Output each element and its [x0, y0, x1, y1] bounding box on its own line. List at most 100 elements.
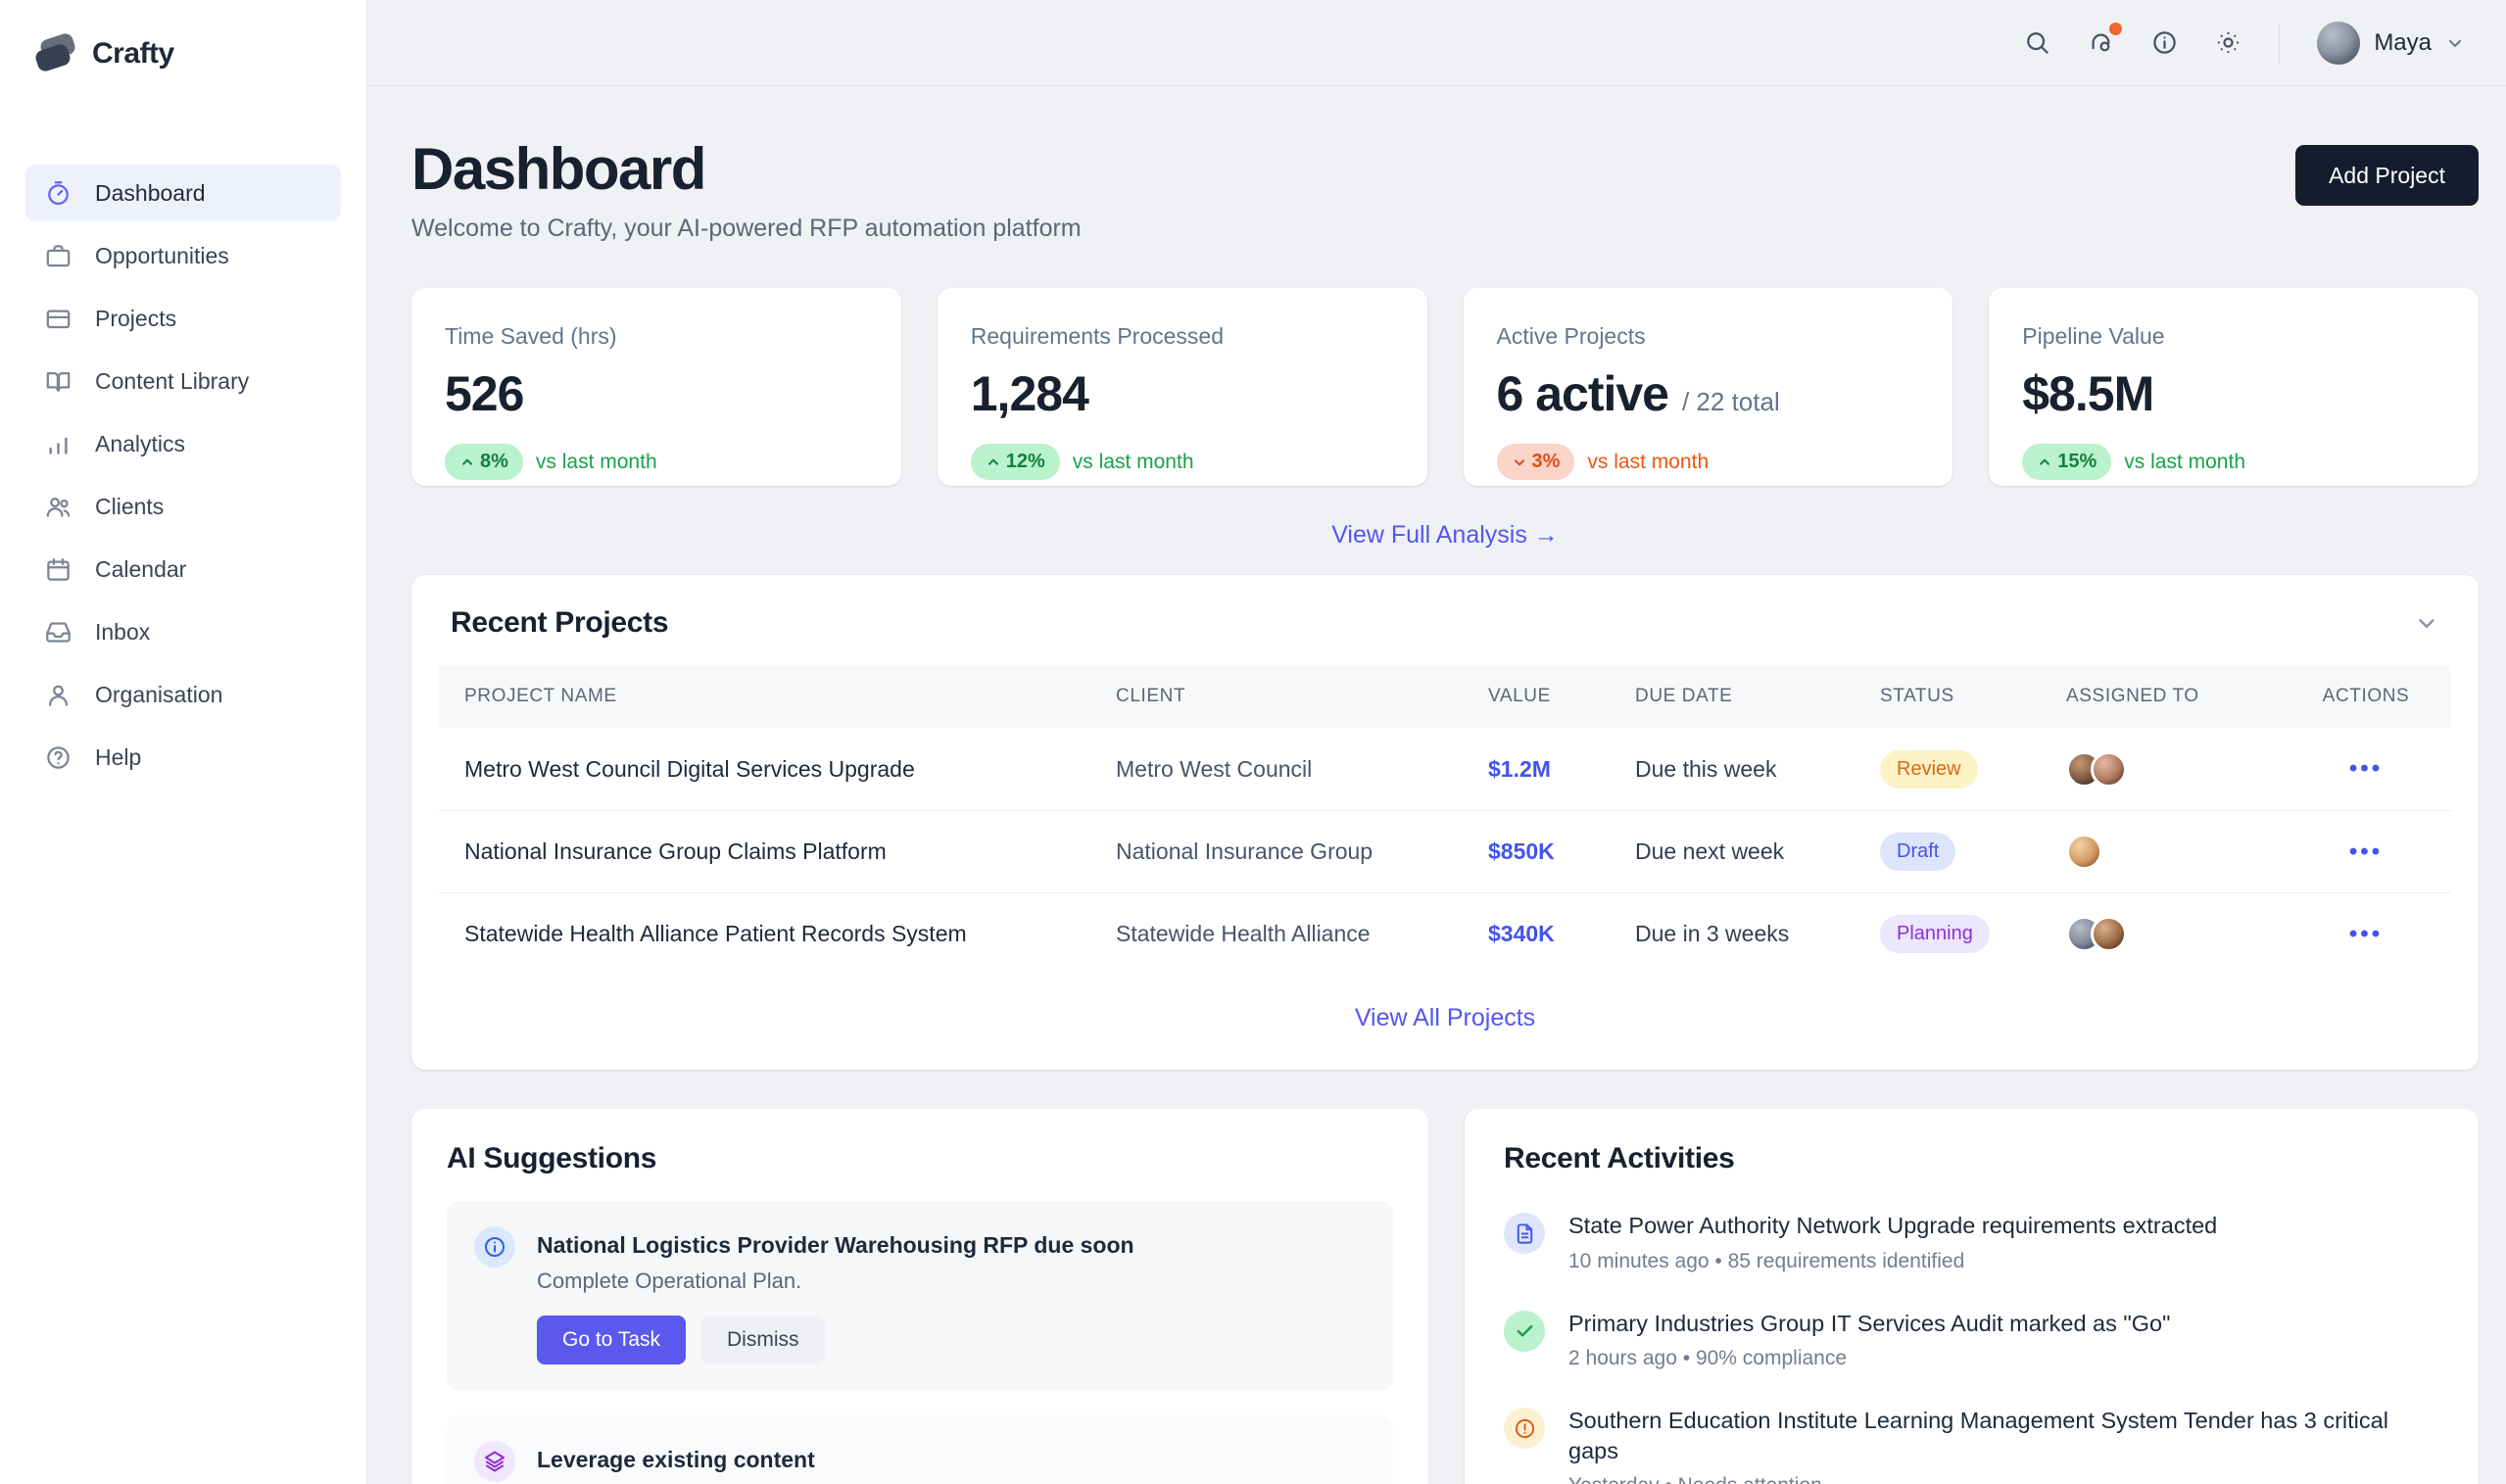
view-full-analysis-link[interactable]: View Full Analysis → [411, 521, 2479, 550]
alert-circle-icon [1504, 1408, 1545, 1449]
row-actions-button[interactable]: ••• [2349, 921, 2383, 947]
trend-badge: 15% [2022, 444, 2111, 480]
project-name: Metro West Council Digital Services Upgr… [464, 756, 1116, 783]
go-to-task-button[interactable]: Go to Task [537, 1316, 686, 1364]
layers-icon [474, 1441, 515, 1482]
content: Dashboard Welcome to Crafty, your AI-pow… [367, 86, 2506, 1484]
sidebar-item-projects[interactable]: Projects [25, 290, 341, 347]
stat-card-time-saved: Time Saved (hrs) 526 8% vs last month [411, 288, 901, 486]
stat-value: 6 active [1497, 365, 1668, 422]
table-row[interactable]: National Insurance Group Claims Platform… [439, 810, 2451, 892]
search-icon[interactable] [2024, 29, 2050, 56]
timer-icon [45, 180, 72, 207]
collapse-chevron-icon[interactable] [2414, 610, 2439, 636]
sidebar-item-label: Clients [95, 494, 164, 520]
row-actions-button[interactable]: ••• [2349, 755, 2383, 782]
document-icon [1504, 1213, 1545, 1254]
sidebar-item-clients[interactable]: Clients [25, 478, 341, 535]
stat-card-requirements: Requirements Processed 1,284 12% vs last… [938, 288, 1427, 486]
row-actions-button[interactable]: ••• [2349, 838, 2383, 865]
col-status: STATUS [1880, 686, 2066, 707]
avatar [2066, 834, 2102, 870]
project-name: Statewide Health Alliance Patient Record… [464, 921, 1116, 947]
user-menu[interactable]: Maya [2317, 22, 2465, 65]
stat-value: 526 [445, 365, 523, 422]
page-subtitle: Welcome to Crafty, your AI-powered RFP a… [411, 215, 1082, 243]
add-project-button[interactable]: Add Project [2295, 145, 2479, 206]
status-badge: Review [1880, 750, 1978, 789]
recent-projects-card: Recent Projects PROJECT NAME CLIENT VALU… [411, 575, 2479, 1070]
trend-note: vs last month [1587, 451, 1709, 474]
trend-badge: 12% [971, 444, 1060, 480]
col-value: VALUE [1488, 686, 1635, 707]
sidebar-item-label: Dashboard [95, 180, 206, 207]
col-client: CLIENT [1116, 686, 1488, 707]
stat-label: Pipeline Value [2022, 323, 2445, 350]
sidebar-item-organisation[interactable]: Organisation [25, 666, 341, 723]
status-badge: Draft [1880, 833, 1955, 871]
col-project-name: PROJECT NAME [464, 686, 1116, 707]
projects-table: PROJECT NAME CLIENT VALUE DUE DATE STATU… [439, 665, 2451, 975]
sidebar-item-help[interactable]: Help [25, 729, 341, 786]
page-title: Dashboard [411, 135, 1082, 203]
project-name: National Insurance Group Claims Platform [464, 838, 1116, 865]
sidebar-item-dashboard[interactable]: Dashboard [25, 165, 341, 221]
trend-badge: 8% [445, 444, 523, 480]
project-value: $340K [1488, 921, 1635, 947]
project-value: $850K [1488, 838, 1635, 865]
activity-title: Southern Education Institute Learning Ma… [1568, 1406, 2439, 1465]
status-badge: Planning [1880, 915, 1990, 953]
feedback-icon[interactable] [2088, 29, 2114, 56]
user-name: Maya [2374, 29, 2432, 57]
sidebar-item-label: Help [95, 744, 141, 771]
suggestion-title: National Logistics Provider Warehousing … [537, 1232, 1134, 1259]
sidebar-item-calendar[interactable]: Calendar [25, 541, 341, 598]
assignee-avatars [2066, 916, 2306, 952]
activity-title: State Power Authority Network Upgrade re… [1568, 1211, 2217, 1241]
sidebar-item-analytics[interactable]: Analytics [25, 415, 341, 472]
recent-projects-title: Recent Projects [451, 606, 668, 640]
table-header-row: PROJECT NAME CLIENT VALUE DUE DATE STATU… [439, 665, 2451, 728]
stat-card-active-projects: Active Projects 6 active / 22 total 3% v… [1464, 288, 1953, 486]
sidebar-item-label: Inbox [95, 619, 150, 646]
sidebar-item-label: Organisation [95, 682, 222, 708]
avatar [2091, 916, 2127, 952]
activity-meta: 2 hours ago • 90% compliance [1568, 1347, 2170, 1370]
sidebar-item-inbox[interactable]: Inbox [25, 603, 341, 660]
book-open-icon [45, 368, 72, 395]
view-all-projects-link[interactable]: View All Projects [411, 975, 2479, 1070]
stat-value: $8.5M [2022, 365, 2153, 422]
check-icon [1504, 1311, 1545, 1352]
chevron-down-icon [2445, 33, 2465, 53]
help-circle-icon [45, 744, 72, 771]
activity-meta: 10 minutes ago • 85 requirements identif… [1568, 1250, 2217, 1273]
sidebar-item-label: Analytics [95, 431, 185, 457]
sidebar: Crafty Dashboard Opportunities Projects … [0, 0, 367, 1484]
bar-chart-icon [45, 431, 72, 457]
sidebar-item-label: Projects [95, 306, 176, 332]
stat-label: Active Projects [1497, 323, 1920, 350]
trend-note: vs last month [536, 451, 657, 474]
ai-suggestions-title: AI Suggestions [447, 1142, 1393, 1175]
info-icon[interactable] [2151, 29, 2178, 56]
suggestion-item: Leverage existing content National Insur… [447, 1415, 1393, 1484]
sidebar-item-label: Calendar [95, 556, 186, 583]
sidebar-item-content-library[interactable]: Content Library [25, 353, 341, 409]
stat-suffix: / 22 total [1682, 387, 1780, 417]
activity-title: Primary Industries Group IT Services Aud… [1568, 1309, 2170, 1339]
sidebar-nav: Dashboard Opportunities Projects Content… [25, 165, 341, 786]
dismiss-button[interactable]: Dismiss [701, 1316, 825, 1364]
col-actions: ACTIONS [2306, 686, 2426, 707]
table-row[interactable]: Metro West Council Digital Services Upgr… [439, 728, 2451, 810]
stat-cards: Time Saved (hrs) 526 8% vs last month Re… [411, 288, 2479, 486]
recent-activities-card: Recent Activities State Power Authority … [1465, 1109, 2479, 1484]
project-client: National Insurance Group [1116, 838, 1488, 865]
sidebar-item-opportunities[interactable]: Opportunities [25, 227, 341, 284]
project-client: Statewide Health Alliance [1116, 921, 1488, 947]
theme-sun-icon[interactable] [2215, 29, 2241, 56]
trend-badge: 3% [1497, 444, 1575, 480]
table-row[interactable]: Statewide Health Alliance Patient Record… [439, 892, 2451, 975]
trend-note: vs last month [1073, 451, 1194, 474]
sidebar-item-label: Opportunities [95, 243, 229, 269]
panel-icon [45, 306, 72, 332]
